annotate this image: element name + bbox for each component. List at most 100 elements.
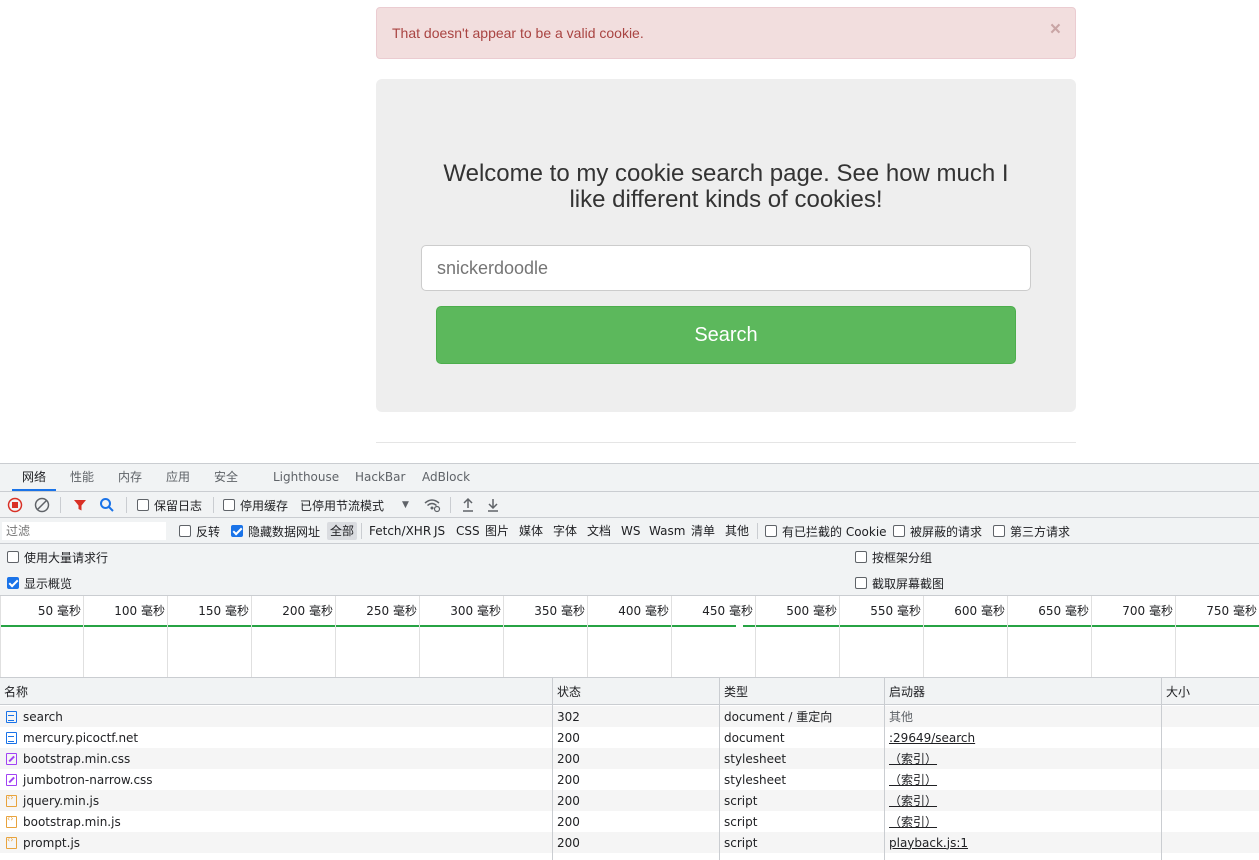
filter-type-js[interactable]: JS [434,518,445,544]
filter-input[interactable] [2,522,166,540]
record-stop-icon[interactable] [7,492,23,518]
filter-type-fetch-xhr[interactable]: Fetch/XHR [369,518,431,544]
filter-type-all[interactable]: 全部 [327,522,358,540]
preserve-log-checkbox[interactable]: 保留日志 [137,492,202,518]
script-icon [6,814,17,828]
table-row[interactable]: bootstrap.min.css 200 stylesheet （索引） [0,748,1259,769]
overview-checkbox[interactable]: 显示概览 [7,570,72,596]
request-status: 200 [557,793,580,808]
table-row[interactable]: mercury.picoctf.net 200 document:29649/sea… [0,727,1259,748]
initiator-link[interactable]: （索引） [889,750,937,767]
network-conditions-icon[interactable] [423,492,441,518]
timeline-tick: 50 毫秒 [37,604,81,618]
timeline-tick: 300 毫秒 [450,604,501,618]
throttling-value: 已停用节流模式 [300,498,385,513]
disable-cache-label: 停用缓存 [240,498,289,513]
checkbox-icon [137,499,149,511]
download-icon[interactable] [486,492,500,518]
page-heading: Welcome to my cookie search page. See ho… [443,160,1009,213]
request-initiator[interactable]: （索引） [885,748,1161,769]
initiator-link[interactable]: （索引） [889,771,937,788]
timeline-tick: 750 毫秒 [1206,604,1257,618]
request-name-cell[interactable]: jumbotron-narrow.css [2,769,552,790]
overview-label: 显示概览 [24,576,73,591]
request-name: mercury.picoctf.net [23,730,139,745]
disable-cache-checkbox[interactable]: 停用缓存 [223,492,288,518]
request-status: 200 [557,751,580,766]
request-status: 200 [557,730,580,745]
clear-icon[interactable] [34,492,50,518]
timeline-tick: 350 毫秒 [534,604,585,618]
third-party-checkbox[interactable]: 第三方请求 [993,518,1070,544]
request-initiator[interactable]: （索引） [885,811,1161,832]
request-initiator[interactable]: playback.js:1 [885,832,1161,853]
filter-icon[interactable] [72,492,88,518]
table-row[interactable]: search 302 document / 重定向 其他 [0,706,1259,727]
request-initiator[interactable]: （索引） [885,769,1161,790]
request-name-cell[interactable]: search [2,706,552,727]
request-name: prompt.js [23,835,81,850]
table-row[interactable]: bootstrap.min.js 200 script （索引） [0,811,1259,832]
checkbox-icon [993,525,1005,537]
tab-adblock[interactable]: AdBlock [422,464,470,491]
filter-type-other[interactable]: 其他 [725,518,749,544]
tab-lighthouse[interactable]: Lighthouse [273,464,339,491]
request-name-cell[interactable]: bootstrap.min.js [2,811,552,832]
filter-type-manifest[interactable]: 清单 [691,518,715,544]
big-rows-checkbox[interactable]: 使用大量请求行 [7,544,108,570]
invert-checkbox[interactable]: 反转 [179,518,220,544]
chevron-down-icon: ▼ [402,500,409,510]
request-name-cell[interactable]: prompt.js [2,832,552,853]
request-name: bootstrap.min.js [23,814,121,829]
filter-type-font[interactable]: 字体 [553,518,577,544]
tab-network[interactable]: 网络 [12,464,57,491]
screenshots-checkbox[interactable]: 截取屏幕截图 [855,570,944,596]
initiator-link[interactable]: :29649/search [889,731,975,745]
tab-performance[interactable]: 性能 [70,464,94,491]
close-icon[interactable]: × [1050,20,1061,39]
column-header-status[interactable]: 状态 [553,678,719,704]
request-initiator: 其他 [885,706,1161,727]
table-row[interactable]: jquery.min.js 200 script （索引） [0,790,1259,811]
search-icon[interactable] [99,492,115,518]
group-by-frame-checkbox[interactable]: 按框架分组 [855,544,932,570]
checkbox-icon [179,525,191,537]
request-status: 302 [557,709,580,724]
request-initiator[interactable]: （索引） [885,790,1161,811]
initiator-link[interactable]: （索引） [889,792,937,809]
column-header-name[interactable]: 名称 [0,678,552,704]
filter-type-doc[interactable]: 文档 [587,518,611,544]
timeline-overview[interactable]: 50 毫秒 100 毫秒 150 毫秒 200 毫秒 250 毫秒 300 毫秒… [0,596,1259,678]
filter-type-img[interactable]: 图片 [485,518,509,544]
search-button[interactable]: Search [436,306,1016,364]
filter-type-media[interactable]: 媒体 [519,518,543,544]
blocked-cookies-checkbox[interactable]: 有已拦截的 Cookie [765,518,887,544]
filter-type-wasm[interactable]: Wasm [649,518,685,544]
tab-security[interactable]: 安全 [214,464,238,491]
filter-type-ws[interactable]: WS [621,518,640,544]
throttling-select[interactable]: 已停用节流模式 ▼ [300,492,409,518]
hide-data-urls-checkbox[interactable]: 隐藏数据网址 [231,518,320,544]
tab-memory[interactable]: 内存 [118,464,142,491]
initiator-link[interactable]: playback.js:1 [889,836,968,850]
request-name-cell[interactable]: bootstrap.min.css [2,748,552,769]
column-header-size[interactable]: 大小 [1162,678,1259,704]
timeline-tick: 700 毫秒 [1122,604,1173,618]
column-header-type[interactable]: 类型 [720,678,884,704]
initiator-link[interactable]: （索引） [889,813,937,830]
column-header-initiator[interactable]: 启动器 [885,678,1161,704]
request-name-cell[interactable]: mercury.picoctf.net [2,727,552,748]
tab-hackbar[interactable]: HackBar [355,464,405,491]
timeline-tick: 550 毫秒 [870,604,921,618]
upload-icon[interactable] [461,492,475,518]
checkbox-icon [7,551,19,563]
request-name-cell[interactable]: jquery.min.js [2,790,552,811]
table-row[interactable]: prompt.js 200 script playback.js:1 [0,832,1259,853]
tab-application[interactable]: 应用 [166,464,190,491]
table-row[interactable]: jumbotron-narrow.css 200 stylesheet （索引） [0,769,1259,790]
blocked-requests-checkbox[interactable]: 被屏蔽的请求 [893,518,982,544]
filter-type-css[interactable]: CSS [456,518,480,544]
cookie-search-input[interactable] [421,245,1031,291]
request-initiator[interactable]: :29649/search [885,727,1161,748]
stylesheet-icon [6,773,17,786]
